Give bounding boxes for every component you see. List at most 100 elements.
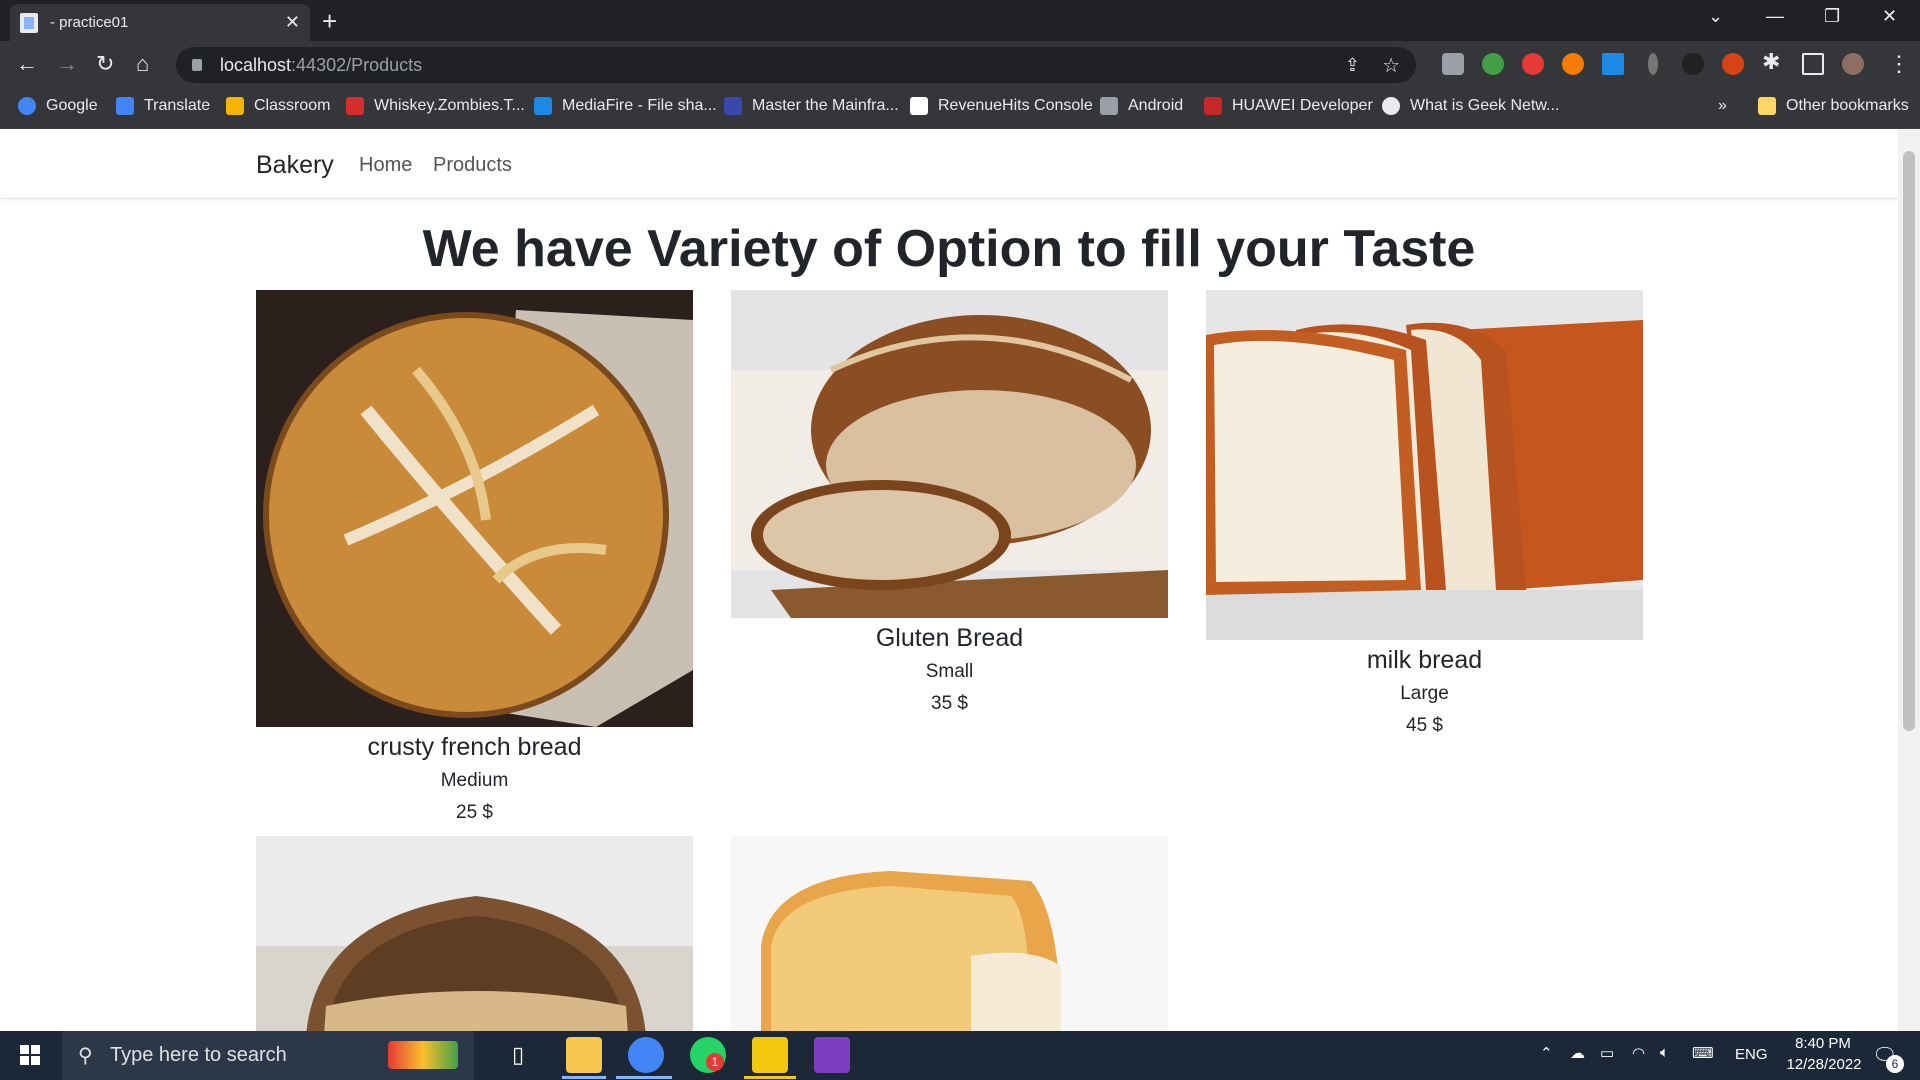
browser-tab-strip: - practice01 ✕ + ⌄ — ❐ ✕ — [0, 0, 1920, 41]
page-heading: We have Variety of Option to fill your T… — [422, 220, 1476, 278]
windows-start-icon[interactable] — [20, 1045, 40, 1065]
product-card — [256, 836, 693, 1031]
scrollbar-thumb[interactable] — [1903, 151, 1915, 731]
nav-products-link[interactable]: Products — [433, 154, 512, 177]
share-icon[interactable]: ⇪ — [1345, 55, 1360, 76]
bread-illustration — [1206, 320, 1643, 640]
bookmark-label: What is Geek Netw... — [1410, 97, 1560, 114]
active-indicator — [616, 1076, 672, 1079]
tab-search-icon[interactable]: ⌄ — [1708, 6, 1723, 27]
task-view-icon[interactable]: ▯ — [500, 1037, 536, 1073]
folder-icon — [1758, 97, 1776, 115]
product-size: Medium — [440, 770, 509, 791]
revenuehits-icon — [910, 97, 928, 115]
bookmark-translate[interactable]: Translate — [116, 97, 210, 115]
product-size: Large — [1400, 683, 1449, 704]
battery-icon[interactable]: ▭ — [1600, 1044, 1614, 1062]
active-indicator — [562, 1076, 606, 1079]
bookmark-mediafire[interactable]: MediaFire - File sha... — [534, 97, 717, 115]
bookmark-label: RevenueHits Console — [938, 97, 1093, 114]
windows-taskbar: ⚲ Type here to search ▯ 1 ⌃ ☁ ▭ ◠ 🔈︎ ⌨ E… — [0, 1031, 1920, 1080]
bookmark-android[interactable]: Android — [1100, 97, 1183, 115]
product-card: crusty french bread Medium 25 $ — [256, 290, 693, 824]
search-highlight-icon — [388, 1041, 458, 1069]
url-host: localhost — [220, 54, 292, 75]
extension-bird-icon[interactable] — [1682, 53, 1704, 75]
classroom-icon — [226, 97, 244, 115]
address-bar[interactable]: localhost :44302/Products ⇪ ☆ — [176, 47, 1416, 83]
product-image-seeded-bread — [256, 836, 693, 1031]
language-indicator[interactable]: ENG — [1735, 1046, 1768, 1063]
bookmark-huawei-developer[interactable]: HUAWEI Developer — [1204, 97, 1373, 115]
chrome-menu-icon[interactable]: ⋮ — [1888, 51, 1910, 77]
product-name: Gluten Bread — [875, 624, 1024, 652]
bread-illustration — [263, 310, 693, 727]
product-image-gluten-bread — [731, 290, 1168, 618]
page-favicon-icon — [20, 12, 38, 33]
product-price: 25 $ — [456, 802, 493, 823]
bookmark-star-icon[interactable]: ☆ — [1382, 53, 1400, 78]
product-image-crusty-french-bread — [256, 290, 693, 727]
product-card — [731, 836, 1168, 1031]
new-tab-button[interactable]: + — [322, 6, 337, 37]
bookmark-google[interactable]: Google — [18, 97, 98, 115]
onedrive-icon[interactable]: ☁ — [1570, 1044, 1585, 1062]
metamask-fox-icon[interactable] — [1562, 53, 1584, 75]
bread-illustration — [731, 315, 1168, 618]
reload-icon[interactable]: ↻ — [96, 51, 114, 77]
minimize-icon[interactable]: — — [1766, 6, 1784, 27]
clock-date[interactable]: 12/28/2022 — [1774, 1056, 1874, 1073]
product-price: 35 $ — [931, 693, 968, 714]
touch-keyboard-icon[interactable]: ⌨ — [1692, 1044, 1714, 1062]
close-tab-icon[interactable]: ✕ — [285, 12, 300, 33]
wifi-icon[interactable]: ◠ — [1632, 1044, 1645, 1062]
visual-studio-icon[interactable] — [814, 1037, 850, 1073]
product-name: crusty french bread — [367, 733, 582, 761]
bookmark-whiskey-zombies[interactable]: Whiskey.Zombies.T... — [346, 97, 525, 115]
bookmark-master-mainframe[interactable]: Master the Mainfra... — [724, 97, 899, 115]
nav-home-link[interactable]: Home — [359, 154, 412, 177]
extension-download-icon[interactable] — [1522, 53, 1544, 75]
product-image-milk-bread — [1206, 290, 1643, 640]
extension-mouse-icon[interactable] — [1648, 53, 1658, 75]
file-explorer-icon[interactable] — [566, 1037, 602, 1073]
bookmark-label: Google — [46, 97, 98, 114]
browser-tab[interactable]: - practice01 ✕ — [10, 4, 310, 41]
bookmark-revenuehits[interactable]: RevenueHits Console — [910, 97, 1093, 115]
volume-icon[interactable]: 🔈︎ — [1660, 1044, 1669, 1061]
back-icon[interactable]: ← — [16, 51, 38, 77]
brand-link[interactable]: Bakery — [256, 151, 334, 180]
restore-icon[interactable]: ❐ — [1824, 6, 1840, 27]
show-hidden-icons-icon[interactable]: ⌃ — [1540, 1044, 1553, 1062]
extensions-puzzle-icon[interactable]: ✱ — [1762, 49, 1780, 75]
avatar[interactable] — [1842, 53, 1864, 75]
bread-illustration — [256, 896, 693, 1031]
clock-time[interactable]: 8:40 PM — [1788, 1035, 1858, 1052]
chrome-taskbar-icon[interactable] — [628, 1037, 664, 1073]
extension-globe-icon[interactable] — [1482, 53, 1504, 75]
mainframe-icon — [724, 97, 742, 115]
notification-count-badge: 6 — [1886, 1055, 1904, 1073]
product-image-sliced-loaf — [731, 836, 1168, 1031]
product-price: 45 $ — [1406, 715, 1443, 736]
other-bookmarks-label: Other bookmarks — [1786, 97, 1909, 114]
bookmarks-overflow-button[interactable]: » — [1718, 97, 1727, 115]
bookmark-label: Master the Mainfra... — [752, 97, 899, 114]
taskbar-search-box[interactable]: ⚲ Type here to search — [62, 1031, 474, 1080]
power-bi-icon[interactable] — [752, 1037, 788, 1073]
side-panel-icon[interactable] — [1802, 53, 1824, 75]
home-icon[interactable]: ⌂ — [136, 51, 149, 77]
close-window-icon[interactable]: ✕ — [1882, 6, 1897, 27]
incognito-extension-icon[interactable] — [1442, 53, 1464, 75]
bookmark-label: Classroom — [254, 97, 331, 114]
forward-icon[interactable]: → — [56, 51, 78, 77]
product-card: Gluten Bread Small 35 $ — [731, 290, 1168, 715]
page-scrollbar[interactable] — [1898, 129, 1920, 1031]
extension-brush-icon[interactable] — [1602, 53, 1624, 75]
cookie-extension-icon[interactable] — [1722, 53, 1744, 75]
other-bookmarks-folder[interactable]: Other bookmarks — [1758, 97, 1909, 115]
bookmark-geek-network[interactable]: What is Geek Netw... — [1382, 97, 1559, 115]
tab-title: - practice01 — [50, 14, 129, 31]
bookmark-classroom[interactable]: Classroom — [226, 97, 330, 115]
bookmark-label: Android — [1128, 97, 1184, 114]
